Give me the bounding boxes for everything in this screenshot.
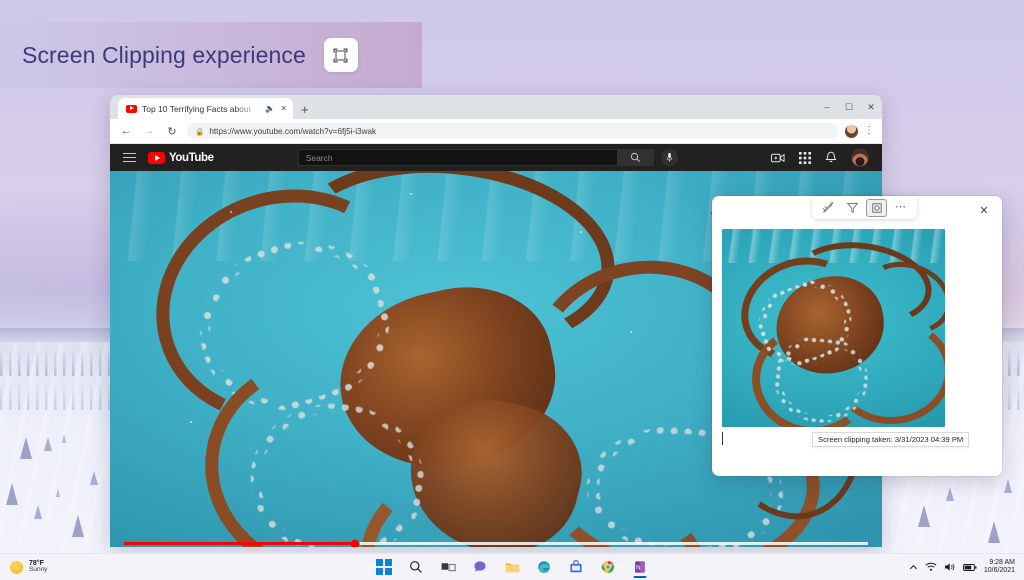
search-input[interactable]: Search <box>298 149 618 166</box>
system-tray: 9:28 AM 10/6/2021 <box>909 559 1024 574</box>
kebab-menu-icon[interactable]: ⋮ <box>864 126 874 136</box>
search-button[interactable] <box>618 149 654 166</box>
edge-icon[interactable] <box>533 556 555 578</box>
start-button[interactable] <box>373 556 395 578</box>
chat-icon[interactable] <box>469 556 491 578</box>
clock-date: 10/6/2021 <box>984 567 1015 575</box>
screen-clipping-icon[interactable] <box>866 199 887 217</box>
browser-toolbar: ← → ↻ 🔒 https://www.youtube.com/watch?v=… <box>110 119 882 144</box>
screen: Screen Clipping experience Top 10 Terrif… <box>0 0 1024 580</box>
close-icon[interactable]: ✕ <box>976 202 992 218</box>
task-view-icon[interactable] <box>437 556 459 578</box>
windows-logo-icon <box>376 559 392 575</box>
close-icon[interactable]: ✕ <box>280 104 287 113</box>
file-explorer-icon[interactable] <box>501 556 523 578</box>
youtube-logo[interactable]: YouTube <box>148 152 214 164</box>
toolbar-right: ⋮ <box>845 125 874 138</box>
progress-fill <box>124 542 355 545</box>
youtube-favicon <box>126 105 137 113</box>
address-bar-url: https://www.youtube.com/watch?v=6fj5i-i3… <box>209 127 376 136</box>
weather-condition: Sunny <box>29 567 47 574</box>
screen-clipping-panel: ⋯ ✕ Screen clipping taken: 3/31/2023 04:… <box>712 196 1002 476</box>
hamburger-icon[interactable] <box>123 153 136 163</box>
youtube-play-icon <box>148 152 165 164</box>
clipping-toolbar: ⋯ <box>812 196 917 219</box>
progress-handle[interactable] <box>350 539 359 547</box>
sun-icon <box>10 561 23 574</box>
lock-icon: 🔒 <box>195 127 204 136</box>
maximize-button[interactable]: ☐ <box>838 95 860 119</box>
screen-clipping-button[interactable] <box>324 38 358 72</box>
show-hidden-icons-icon[interactable] <box>909 563 918 572</box>
tab-title: Top 10 Terrifying Facts about <box>142 104 260 114</box>
search-icon[interactable] <box>405 556 427 578</box>
account-avatar[interactable] <box>851 149 869 167</box>
chrome-icon[interactable] <box>597 556 619 578</box>
microphone-icon <box>665 152 674 163</box>
youtube-search-area: Search <box>298 149 678 166</box>
close-window-button[interactable]: ✕ <box>860 95 882 119</box>
search-icon <box>630 152 641 163</box>
clock-time: 9:28 AM <box>984 559 1015 567</box>
taskbar-clock[interactable]: 9:28 AM 10/6/2021 <box>984 559 1015 574</box>
minimize-button[interactable]: – <box>816 95 838 119</box>
voice-search-button[interactable] <box>661 149 678 166</box>
speaker-icon[interactable]: 🔈 <box>265 104 275 113</box>
forward-button[interactable]: → <box>141 123 157 139</box>
address-bar[interactable]: 🔒 https://www.youtube.com/watch?v=6fj5i-… <box>187 123 838 139</box>
window-controls: – ☐ ✕ <box>816 95 882 119</box>
screen-clipping-icon <box>333 48 348 63</box>
back-button[interactable]: ← <box>118 123 134 139</box>
profile-avatar[interactable] <box>845 125 858 138</box>
svg-text:N: N <box>636 565 640 572</box>
title-banner: Screen Clipping experience <box>0 22 422 88</box>
store-icon[interactable] <box>565 556 587 578</box>
onenote-icon[interactable]: N <box>629 556 651 578</box>
wifi-icon[interactable] <box>925 562 937 572</box>
video-progress-bar[interactable] <box>124 542 868 545</box>
taskbar: 78°F Sunny <box>0 553 1024 580</box>
battery-icon[interactable] <box>963 563 977 572</box>
weather-widget[interactable]: 78°F Sunny <box>0 560 120 574</box>
browser-tab[interactable]: Top 10 Terrifying Facts about 🔈 ✕ <box>118 98 293 119</box>
youtube-header: YouTube Search <box>110 144 882 171</box>
ink-to-text-icon[interactable] <box>818 199 839 217</box>
bell-icon[interactable] <box>825 151 837 164</box>
more-options-icon[interactable]: ⋯ <box>890 199 911 217</box>
octopus-underwater-clipping <box>722 229 945 427</box>
text-caret <box>722 432 723 445</box>
apps-grid-icon[interactable] <box>799 152 811 164</box>
reload-button[interactable]: ↻ <box>164 123 180 139</box>
new-tab-button[interactable]: + <box>301 103 309 116</box>
volume-icon[interactable] <box>944 562 956 572</box>
page-title: Screen Clipping experience <box>22 42 306 69</box>
search-placeholder: Search <box>306 153 333 163</box>
lasso-select-icon[interactable] <box>842 199 863 217</box>
youtube-header-actions <box>771 149 869 167</box>
youtube-logo-text: YouTube <box>169 152 214 164</box>
taskbar-apps: N <box>373 556 651 578</box>
create-video-icon[interactable] <box>771 152 785 164</box>
clipping-caption: Screen clipping taken: 3/31/2023 04:39 P… <box>812 432 969 447</box>
browser-tabstrip: Top 10 Terrifying Facts about 🔈 ✕ + – ☐ … <box>110 95 882 119</box>
